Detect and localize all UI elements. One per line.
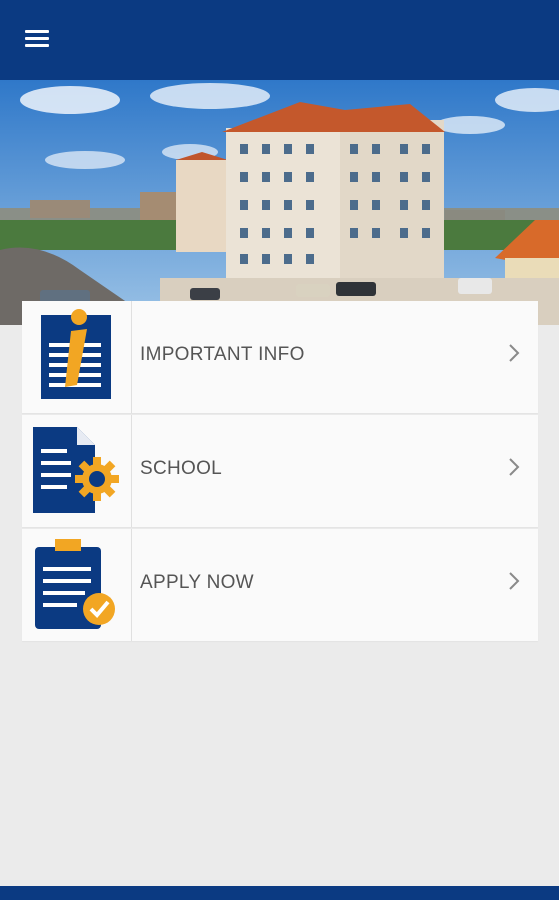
chevron-right-icon: [509, 344, 520, 362]
menu-item-school[interactable]: SCHOOL: [22, 415, 538, 527]
menu-item-label: APPLY NOW: [140, 572, 254, 593]
chevron-right-icon: [509, 572, 520, 590]
menu-item-label: SCHOOL: [140, 458, 223, 479]
app-bar: [0, 0, 559, 80]
campus-building-photo: [0, 80, 559, 325]
info-document-icon: [41, 309, 111, 399]
menu-item-icon-cell: [22, 415, 132, 527]
menu-item-icon-cell: [22, 529, 132, 641]
hero-banner: [0, 80, 559, 325]
chevron-right-icon: [509, 458, 520, 476]
bottom-bar: [0, 886, 559, 900]
clipboard-check-icon: [35, 539, 115, 629]
menu-item-important-info[interactable]: IMPORTANT INFO: [22, 301, 538, 413]
menu-item-label: IMPORTANT INFO: [140, 344, 305, 365]
menu-item-apply-now[interactable]: APPLY NOW: [22, 529, 538, 641]
document-gear-icon: [33, 427, 119, 513]
hamburger-menu-icon[interactable]: [22, 26, 54, 54]
main-menu: IMPORTANT INFO SCHOOL APPLY NOW: [22, 301, 538, 643]
menu-item-icon-cell: [22, 301, 132, 413]
